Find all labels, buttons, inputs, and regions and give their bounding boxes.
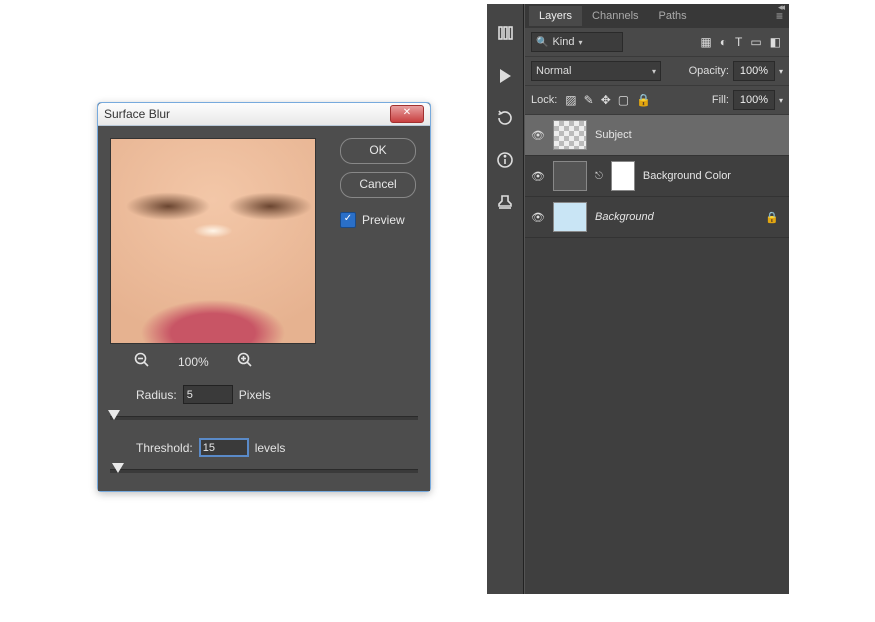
visibility-icon[interactable]: 👁 <box>531 211 545 224</box>
opacity-caret[interactable]: ▾ <box>779 67 783 76</box>
layer-row[interactable]: 👁 ⎋ Background Color <box>525 156 789 197</box>
tool-strip <box>487 4 524 594</box>
radius-row: Radius: Pixels <box>136 385 418 404</box>
threshold-slider[interactable] <box>110 461 418 475</box>
lock-icon: 🔒 <box>765 211 779 224</box>
layer-row[interactable]: 👁 Background 🔒 <box>525 197 789 238</box>
kind-label: Kind <box>552 36 574 48</box>
info-icon[interactable] <box>493 148 517 172</box>
tab-channels[interactable]: Channels <box>582 6 648 26</box>
threshold-label: Threshold: <box>136 441 193 455</box>
close-button[interactable]: ✕ <box>390 105 424 123</box>
radius-input[interactable] <box>183 385 233 404</box>
threshold-row: Threshold: levels <box>136 438 418 457</box>
dialog-titlebar[interactable]: Surface Blur ✕ <box>98 103 430 126</box>
preview-checkbox-row[interactable]: ✓ Preview <box>340 212 416 228</box>
filter-row: 🔍 Kind ▾ ▦ ◐ T ▭ ◧ <box>525 28 789 57</box>
threshold-input[interactable] <box>199 438 249 457</box>
lock-row: Lock: ▨ ✎ ✥ ▢ 🔒 Fill: 100% ▾ <box>525 86 789 115</box>
filter-shape-icon[interactable]: ▭ <box>750 35 761 49</box>
slider-thumb[interactable] <box>112 463 124 473</box>
rotate-icon[interactable] <box>493 106 517 130</box>
preview-checkbox[interactable]: ✓ <box>340 212 356 228</box>
brushes-icon[interactable] <box>493 22 517 46</box>
surface-blur-dialog: Surface Blur ✕ 100% Radius: Pixels Thres… <box>97 102 431 492</box>
opacity-value[interactable]: 100% <box>733 61 775 81</box>
lock-pixel-icon[interactable]: ✎ <box>584 93 594 107</box>
lock-artboard-icon[interactable]: ▢ <box>618 93 629 107</box>
preview-label: Preview <box>362 213 405 227</box>
play-icon[interactable] <box>493 64 517 88</box>
fill-caret[interactable]: ▾ <box>779 96 783 105</box>
layer-name[interactable]: Background <box>595 211 654 223</box>
stamp-icon[interactable] <box>493 190 517 214</box>
dialog-title: Surface Blur <box>104 107 390 121</box>
lock-position-icon[interactable]: ✥ <box>601 93 611 107</box>
zoom-out-icon[interactable] <box>134 352 150 371</box>
lock-transparent-icon[interactable]: ▨ <box>565 93 576 107</box>
layer-name[interactable]: Background Color <box>643 170 731 182</box>
layer-list: 👁 Subject 👁 ⎋ Background Color 👁 Backgro… <box>525 115 789 594</box>
mask-thumbnail[interactable] <box>611 161 635 191</box>
link-icon[interactable]: ⎋ <box>595 171 603 182</box>
zoom-value: 100% <box>178 355 209 369</box>
kind-dropdown[interactable]: 🔍 Kind ▾ <box>531 32 623 52</box>
layer-thumbnail[interactable] <box>553 120 587 150</box>
radius-label: Radius: <box>136 388 177 402</box>
panel-tabs: Layers Channels Paths ≡ <box>525 4 789 28</box>
blend-mode-dropdown[interactable]: Normal ▾ <box>531 61 661 81</box>
visibility-icon[interactable]: 👁 <box>531 129 545 142</box>
tab-layers[interactable]: Layers <box>529 6 582 26</box>
layer-name[interactable]: Subject <box>595 129 632 141</box>
dialog-buttons: OK Cancel ✓ Preview <box>340 138 416 228</box>
zoom-controls: 100% <box>134 352 418 371</box>
filter-smart-icon[interactable]: ◧ <box>770 35 781 49</box>
visibility-icon[interactable]: 👁 <box>531 170 545 183</box>
fill-value[interactable]: 100% <box>733 90 775 110</box>
dialog-body: 100% Radius: Pixels Threshold: levels OK… <box>98 126 430 491</box>
tab-paths[interactable]: Paths <box>649 6 697 26</box>
filter-pixel-icon[interactable]: ▦ <box>700 35 711 49</box>
layer-row[interactable]: 👁 Subject <box>525 115 789 156</box>
fill-label: Fill: <box>712 94 729 106</box>
panels: ◂◂ Layers Channels Paths ≡ 🔍 Kind ▾ ▦ ◐ … <box>487 4 789 594</box>
ok-button[interactable]: OK <box>340 138 416 164</box>
slider-track <box>110 416 418 420</box>
collapse-icon[interactable]: ◂◂ <box>778 2 783 13</box>
slider-track <box>110 469 418 473</box>
layer-thumbnail[interactable] <box>553 161 587 191</box>
radius-unit: Pixels <box>239 388 271 402</box>
threshold-unit: levels <box>255 441 286 455</box>
cancel-button[interactable]: Cancel <box>340 172 416 198</box>
filter-type-icon[interactable]: T <box>735 35 742 49</box>
blend-row: Normal ▾ Opacity: 100% ▾ <box>525 57 789 86</box>
opacity-label: Opacity: <box>689 65 729 77</box>
filter-icons: ▦ ◐ T ▭ ◧ <box>627 35 783 49</box>
lock-label: Lock: <box>531 94 557 106</box>
slider-thumb[interactable] <box>108 410 120 420</box>
layer-thumbnail[interactable] <box>553 202 587 232</box>
filter-adjust-icon[interactable]: ◐ <box>720 35 727 49</box>
radius-slider[interactable] <box>110 408 418 422</box>
preview-image[interactable] <box>110 138 316 344</box>
lock-all-icon[interactable]: 🔒 <box>636 93 651 107</box>
blend-mode-value: Normal <box>536 65 571 77</box>
zoom-in-icon[interactable] <box>237 352 253 371</box>
layers-panel: Layers Channels Paths ≡ 🔍 Kind ▾ ▦ ◐ T ▭… <box>524 4 789 594</box>
